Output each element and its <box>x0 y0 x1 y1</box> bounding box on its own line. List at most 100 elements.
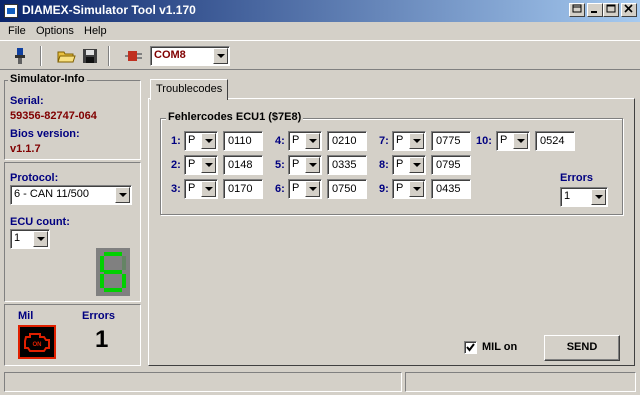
simulator-info-heading: Simulator-Info <box>8 73 87 85</box>
code-number: 4: <box>275 135 285 147</box>
code-input[interactable]: 0775 <box>431 131 471 151</box>
errors-count: 1 <box>95 326 109 353</box>
mil-checkbox-label: MIL on <box>482 341 518 353</box>
save-icon[interactable] <box>80 46 100 66</box>
title-bar: DIAMEX-Simulator Tool v1.170 <box>0 0 640 22</box>
status-bar-left <box>4 372 402 392</box>
code-number: 9: <box>379 183 389 195</box>
code-type-select[interactable]: P <box>184 179 218 199</box>
ecu-count-select[interactable]: 1 <box>10 229 50 249</box>
code-type-value: P <box>396 182 404 194</box>
close-button[interactable] <box>621 3 637 17</box>
help-icon[interactable] <box>569 3 585 17</box>
errors-select-label: Errors <box>560 172 594 184</box>
open-folder-icon[interactable] <box>56 46 76 66</box>
code-number: 7: <box>379 135 389 147</box>
code-input[interactable]: 0435 <box>431 179 471 199</box>
chevron-down-icon[interactable] <box>513 133 528 149</box>
protocol-label: Protocol: <box>10 172 59 184</box>
code-input[interactable]: 0110 <box>223 131 263 151</box>
code-number: 2: <box>171 159 181 171</box>
connect-icon[interactable] <box>10 46 30 66</box>
code-type-value: P <box>396 134 404 146</box>
bios-label: Bios version: <box>10 128 80 140</box>
mil-checkbox[interactable] <box>464 341 477 354</box>
code-input[interactable]: 0210 <box>327 131 367 151</box>
port-value: COM8 <box>154 49 186 61</box>
code-input[interactable]: 0795 <box>431 155 471 175</box>
protocol-select[interactable]: 6 - CAN 11/500 <box>10 185 132 205</box>
mil-label: Mil <box>18 310 34 322</box>
chevron-down-icon[interactable] <box>305 133 320 149</box>
code-type-value: P <box>396 158 404 170</box>
engine-warning-icon: ON <box>18 325 56 359</box>
code-input[interactable]: 0750 <box>327 179 367 199</box>
group-title: Fehlercodes ECU1 ($7E8) <box>166 111 304 123</box>
ecu-count-value: 1 <box>14 232 21 244</box>
errors-label: Errors <box>82 310 116 322</box>
code-number: 10: <box>476 135 492 147</box>
code-number: 8: <box>379 159 389 171</box>
code-input[interactable]: 0148 <box>223 155 263 175</box>
code-type-select[interactable]: P <box>184 131 218 151</box>
maximize-button[interactable] <box>603 3 619 17</box>
code-type-value: P <box>292 134 300 146</box>
menu-help[interactable]: Help <box>84 25 107 37</box>
chevron-down-icon[interactable] <box>591 189 606 205</box>
code-input[interactable]: 0170 <box>223 179 263 199</box>
minimize-button[interactable] <box>587 3 603 17</box>
code-number: 5: <box>275 159 285 171</box>
code-number: 1: <box>171 135 181 147</box>
menu-options[interactable]: Options <box>36 25 74 37</box>
code-type-select[interactable]: P <box>184 155 218 175</box>
code-type-select[interactable]: P <box>392 131 426 151</box>
engine-icon-text: ON <box>33 342 42 348</box>
toolbar: COM8 <box>0 40 640 70</box>
chevron-down-icon[interactable] <box>213 48 228 64</box>
code-type-value: P <box>500 134 508 146</box>
chevron-down-icon[interactable] <box>305 157 320 173</box>
code-type-value: P <box>188 134 196 146</box>
code-type-select[interactable]: P <box>288 131 322 151</box>
chevron-down-icon[interactable] <box>305 181 320 197</box>
code-input[interactable]: 0524 <box>535 131 575 151</box>
protocol-value: 6 - CAN 11/500 <box>14 188 90 200</box>
menu-bar: File Options Help <box>0 22 640 40</box>
code-input[interactable]: 0335 <box>327 155 367 175</box>
chevron-down-icon[interactable] <box>201 133 216 149</box>
app-icon <box>4 4 18 18</box>
code-type-value: P <box>292 158 300 170</box>
chevron-down-icon[interactable] <box>409 133 424 149</box>
tab-label: Troublecodes <box>156 83 223 95</box>
serial-label: Serial: <box>10 95 44 107</box>
send-button[interactable]: SEND <box>544 335 620 361</box>
code-type-select[interactable]: P <box>288 155 322 175</box>
tab-troublecodes[interactable]: Troublecodes <box>150 79 228 100</box>
code-number: 3: <box>171 183 181 195</box>
port-select[interactable]: COM8 <box>150 46 230 66</box>
code-type-select[interactable]: P <box>392 155 426 175</box>
code-type-select[interactable]: P <box>392 179 426 199</box>
chevron-down-icon[interactable] <box>409 181 424 197</box>
errors-select-value: 1 <box>564 190 571 202</box>
code-type-select[interactable]: P <box>496 131 530 151</box>
menu-file[interactable]: File <box>8 25 26 37</box>
chevron-down-icon[interactable] <box>115 187 130 203</box>
errors-select[interactable]: 1 <box>560 187 608 207</box>
ecu-count-label: ECU count: <box>10 216 70 228</box>
code-type-select[interactable]: P <box>288 179 322 199</box>
chevron-down-icon[interactable] <box>409 157 424 173</box>
chevron-down-icon[interactable] <box>201 157 216 173</box>
code-type-value: P <box>292 182 300 194</box>
checkmark-icon <box>466 343 475 352</box>
chevron-down-icon[interactable] <box>33 231 48 247</box>
ecu-seven-segment-display: 6 <box>96 248 130 296</box>
code-type-value: P <box>188 158 196 170</box>
code-type-value: P <box>188 182 196 194</box>
window-title: DIAMEX-Simulator Tool v1.170 <box>22 3 196 17</box>
code-number: 6: <box>275 183 285 195</box>
port-plug-icon <box>124 46 144 66</box>
status-bar-right <box>405 372 636 392</box>
chevron-down-icon[interactable] <box>201 181 216 197</box>
serial-value: 59356-82747-064 <box>10 110 97 122</box>
